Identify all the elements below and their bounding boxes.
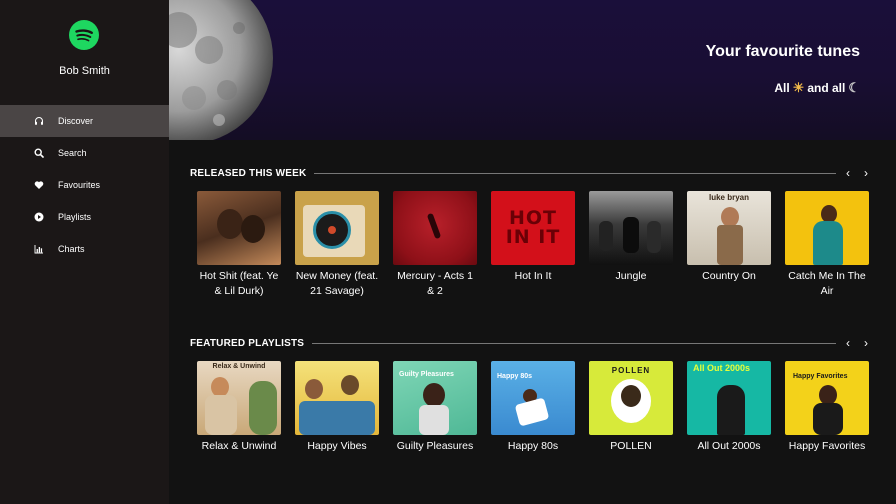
playlist-card[interactable]: POLLEN POLLEN [589,361,673,454]
sidebar-item-search[interactable]: Search [0,137,169,169]
hero-sub-prefix: All [774,81,790,95]
playlist-cover-text: All Out 2000s [693,363,751,373]
search-icon [34,148,44,158]
album-card[interactable]: Mercury - Acts 1 & 2 [393,191,477,299]
sidebar-item-label: Favourites [58,180,101,190]
sidebar-item-label: Search [58,148,87,158]
album-card[interactable]: Catch Me In The Air [785,191,869,299]
sidebar-nav: Discover Search Favourites Playlists Cha… [0,105,169,265]
playlist-title: Relax & Unwind [201,440,277,452]
album-title: Jungle [615,270,647,282]
playlist-title: POLLEN [610,440,652,452]
moon-icon: ☾ [848,80,860,95]
album-cover-text: HOT IN IT [505,207,561,248]
prev-arrow-icon[interactable]: ‹ [844,165,852,181]
app-window: Bob Smith Discover Search Favourites Pla… [0,0,896,504]
playlist-cover: Relax & Unwind [197,361,281,435]
hero-subtitle: All ☀ and all ☾ [774,80,860,96]
album-cover [295,191,379,265]
section-divider [314,172,836,174]
sidebar-item-playlists[interactable]: Playlists [0,201,169,233]
album-card[interactable]: luke bryan Country On [687,191,771,299]
album-carousel: Hot Shit (feat. Ye & Lil Durk) New Money… [197,191,883,299]
hero-sub-middle: and all [807,81,846,95]
album-card[interactable]: Jungle [589,191,673,299]
bar-chart-icon [34,245,43,254]
spotify-logo-icon[interactable] [69,20,99,50]
sidebar-item-label: Playlists [58,212,92,222]
sun-icon: ☀ [792,80,805,95]
album-title: Hot In It [514,270,552,282]
section-title: RELEASED THIS WEEK [190,167,307,179]
playlist-card[interactable]: All Out 2000s All Out 2000s [687,361,771,454]
sidebar-item-favourites[interactable]: Favourites [0,169,169,201]
playlist-cover-text: Happy Favorites [793,373,848,380]
album-cover: luke bryan [687,191,771,265]
album-title: Mercury - Acts 1 & 2 [397,270,473,297]
next-arrow-icon[interactable]: › [862,335,870,351]
hero-banner: Your favourite tunes All ☀ and all ☾ [169,0,896,140]
sidebar-item-charts[interactable]: Charts [0,233,169,265]
playlist-title: Happy 80s [507,440,559,452]
sidebar: Bob Smith Discover Search Favourites Pla… [0,0,169,504]
heart-icon [34,181,44,189]
album-title: Catch Me In The Air [788,270,866,297]
playlist-cover-text: Relax & Unwind [212,363,266,370]
playlist-cover [295,361,379,435]
carousel-arrows: ‹ › [844,165,870,181]
playlist-title: Happy Favorites [788,440,866,452]
playlist-carousel: Relax & Unwind Relax & Unwind Happy Vibe… [197,361,883,454]
album-cover-text: luke bryan [708,193,749,202]
hero-title: Your favourite tunes [705,43,860,60]
playlist-card[interactable]: Happy 80s Happy 80s [491,361,575,454]
playlist-card[interactable]: Happy Vibes [295,361,379,454]
playlist-title: Guilty Pleasures [396,440,474,452]
playlist-title: All Out 2000s [697,440,761,452]
sidebar-item-label: Charts [58,244,85,254]
playlist-cover: POLLEN [589,361,673,435]
playlist-card[interactable]: Happy Favorites Happy Favorites [785,361,869,454]
prev-arrow-icon[interactable]: ‹ [844,335,852,351]
section-divider [312,342,836,344]
playlist-cover-text: Guilty Pleasures [399,371,454,378]
playlist-cover: All Out 2000s [687,361,771,435]
album-cover [393,191,477,265]
album-card[interactable]: HOT IN IT Hot In It [491,191,575,299]
user-name[interactable]: Bob Smith [0,65,169,77]
album-card[interactable]: New Money (feat. 21 Savage) [295,191,379,299]
section-header: RELEASED THIS WEEK ‹ › [190,165,870,181]
section-header: FEATURED PLAYLISTS ‹ › [190,335,870,351]
playlist-card[interactable]: Relax & Unwind Relax & Unwind [197,361,281,454]
album-card[interactable]: Hot Shit (feat. Ye & Lil Durk) [197,191,281,299]
carousel-arrows: ‹ › [844,335,870,351]
playlist-cover: Happy Favorites [785,361,869,435]
headphones-icon [35,117,43,125]
play-circle-icon [34,212,44,222]
next-arrow-icon[interactable]: › [862,165,870,181]
album-cover [785,191,869,265]
playlist-cover: Guilty Pleasures [393,361,477,435]
album-title: New Money (feat. 21 Savage) [295,270,379,297]
main-content: Your favourite tunes All ☀ and all ☾ REL… [169,0,896,504]
album-cover [589,191,673,265]
album-title: Hot Shit (feat. Ye & Lil Durk) [199,270,279,297]
playlist-card[interactable]: Guilty Pleasures Guilty Pleasures [393,361,477,454]
album-cover [197,191,281,265]
playlist-cover: Happy 80s [491,361,575,435]
section-title: FEATURED PLAYLISTS [190,337,305,349]
moon-image [169,0,273,140]
playlist-cover-text: Happy 80s [497,373,533,380]
playlist-cover-text: POLLEN [611,366,651,375]
album-cover: HOT IN IT [491,191,575,265]
album-title: Country On [702,270,756,282]
sidebar-item-label: Discover [58,116,94,126]
playlist-title: Happy Vibes [307,440,367,452]
sidebar-item-discover[interactable]: Discover [0,105,169,137]
